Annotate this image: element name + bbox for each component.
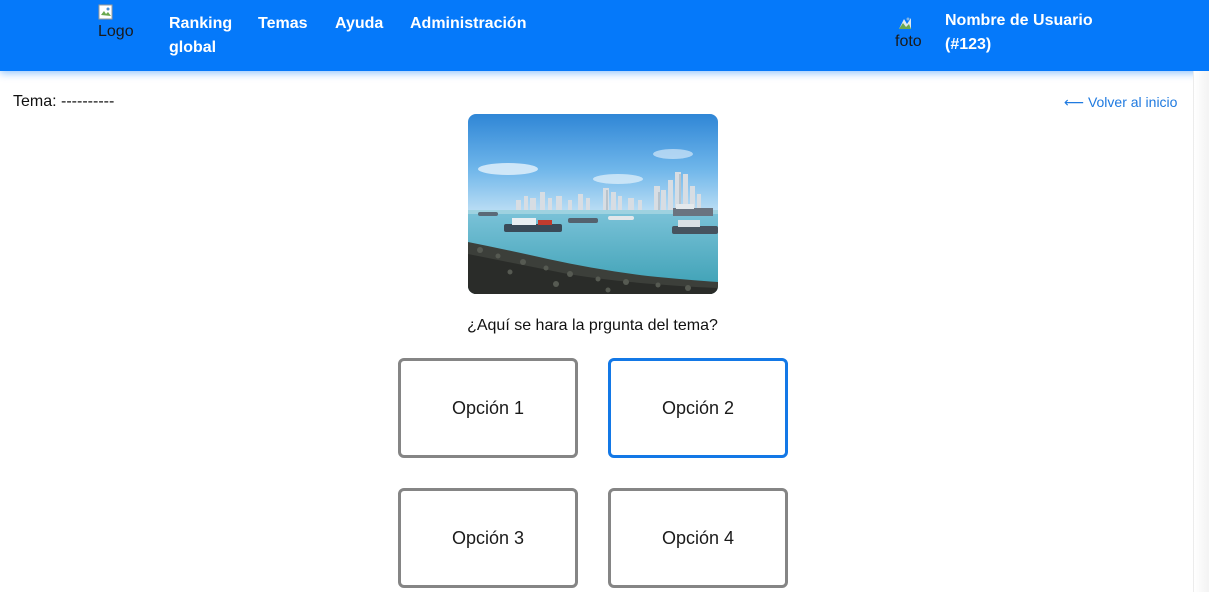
nav-temas[interactable]: Temas	[258, 12, 308, 36]
top-navbar: Logo Ranking global Temas Ayuda Administ…	[0, 0, 1209, 71]
logo[interactable]: Logo	[98, 4, 138, 44]
avatar-alt-text: foto	[895, 33, 922, 50]
question-image	[468, 114, 718, 294]
city-bay-photo	[468, 114, 718, 294]
option-3-button[interactable]: Opción 3	[398, 488, 578, 588]
nav-administracion[interactable]: Administración	[410, 12, 526, 36]
option-2-button[interactable]: Opción 2	[608, 358, 788, 458]
option-4-button[interactable]: Opción 4	[608, 488, 788, 588]
user-name: Nombre de Usuario	[945, 12, 1093, 29]
topic-label: Tema: ----------	[13, 93, 115, 110]
broken-image-icon	[98, 4, 113, 20]
user-info[interactable]: Nombre de Usuario (#123)	[945, 9, 1115, 57]
question-text: ¿Aquí se hara la prgunta del tema?	[467, 317, 718, 334]
nav-ranking-global[interactable]: Ranking global	[169, 12, 239, 60]
user-id: (#123)	[945, 36, 992, 53]
avatar[interactable]: foto	[895, 15, 929, 51]
option-1-button[interactable]: Opción 1	[398, 358, 578, 458]
logo-alt-text: Logo	[98, 23, 134, 40]
scrollbar-track[interactable]	[1193, 71, 1209, 592]
broken-image-icon	[899, 17, 911, 29]
nav-ayuda[interactable]: Ayuda	[335, 12, 383, 36]
back-to-home-link[interactable]: ⟵ Volver al inicio	[1064, 93, 1177, 111]
